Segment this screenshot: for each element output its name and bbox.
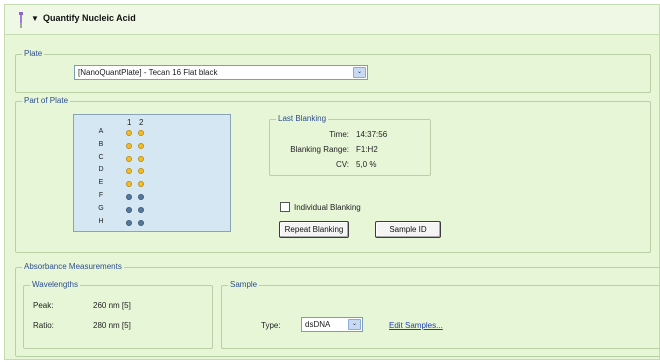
sample-well[interactable] — [138, 155, 144, 162]
sample-group: Sample — [221, 280, 660, 349]
repeat-blanking-button[interactable]: Repeat Blanking — [279, 221, 349, 238]
type-label: Type: — [261, 321, 281, 330]
plate-row-label: A — [98, 128, 104, 135]
edit-samples-link[interactable]: Edit Samples... — [389, 321, 443, 330]
sample-well[interactable] — [126, 155, 132, 162]
wavelengths-label: Wavelengths — [30, 280, 80, 290]
plate-select[interactable]: [NanoQuantPlate] - Tecan 16 Flat black ⌄ — [74, 65, 368, 80]
ratio-value: 280 nm [5] — [93, 321, 131, 330]
plate-row-label: C — [98, 153, 104, 161]
blank-well[interactable] — [138, 194, 144, 200]
plate-row-label: E — [98, 179, 104, 187]
sample-well[interactable] — [138, 181, 144, 188]
cv-value: 5,0 % — [356, 160, 377, 169]
sample-well[interactable] — [126, 168, 132, 175]
blank-well[interactable] — [126, 194, 132, 200]
cv-label: CV: — [335, 160, 349, 169]
plate-row-label: F — [98, 192, 104, 199]
individual-blanking-checkbox[interactable] — [280, 202, 290, 212]
peak-label: Peak: — [33, 301, 54, 310]
blank-well[interactable] — [126, 206, 132, 213]
quantify-nucleic-acid-panel: ▼ Quantify Nucleic Acid Plate [NanoQuant… — [4, 4, 660, 360]
sample-type-select[interactable]: dsDNA ⌄ — [301, 317, 363, 332]
sample-well[interactable] — [138, 168, 144, 175]
plate-column-header: 2 — [139, 118, 144, 127]
plate-row-label: D — [98, 166, 104, 174]
triangle-down-icon[interactable]: ▼ — [31, 14, 39, 23]
chevron-down-icon[interactable]: ⌄ — [353, 67, 366, 78]
panel-header: ▼ Quantify Nucleic Acid — [5, 5, 659, 35]
panel-title: Quantify Nucleic Acid — [43, 13, 136, 23]
pin-icon[interactable] — [17, 12, 25, 28]
peak-value: 260 nm [5] — [93, 301, 131, 310]
sample-well[interactable] — [126, 142, 132, 149]
time-label: Time: — [329, 130, 349, 139]
last-blanking-label: Last Blanking — [276, 114, 329, 124]
plate-row-label: H — [98, 217, 104, 225]
chevron-down-icon[interactable]: ⌄ — [348, 319, 361, 330]
individual-blanking-label: Individual Blanking — [294, 203, 361, 212]
plate-group-label: Plate — [22, 49, 45, 59]
sample-well[interactable] — [126, 130, 132, 136]
wavelengths-group: Wavelengths — [23, 280, 213, 349]
sample-id-button[interactable]: Sample ID — [375, 221, 441, 238]
sample-well[interactable] — [138, 130, 144, 136]
plate-map[interactable]: 12 ABCDEFGH — [73, 114, 231, 232]
blanking-range-label: Blanking Range: — [290, 145, 349, 154]
blank-well[interactable] — [138, 206, 144, 213]
sample-well[interactable] — [126, 181, 132, 188]
part-of-plate-label: Part of Plate — [22, 96, 71, 106]
absorbance-measurements-label: Absorbance Measurements — [22, 262, 124, 272]
blank-well[interactable] — [138, 219, 144, 226]
plate-column-header: 1 — [127, 118, 132, 127]
sample-group-label: Sample — [228, 280, 260, 290]
plate-row-label: B — [98, 140, 104, 148]
sample-well[interactable] — [138, 142, 144, 149]
sample-type-value: dsDNA — [305, 320, 331, 329]
ratio-label: Ratio: — [33, 321, 54, 330]
plate-row-label: G — [98, 204, 104, 212]
plate-group: Plate [NanoQuantPlate] - Tecan 16 Flat b… — [15, 49, 651, 93]
blank-well[interactable] — [126, 219, 132, 226]
blanking-range-value: F1:H2 — [356, 145, 378, 154]
time-value: 14:37:56 — [356, 130, 388, 139]
plate-select-value: [NanoQuantPlate] - Tecan 16 Flat black — [78, 68, 218, 77]
